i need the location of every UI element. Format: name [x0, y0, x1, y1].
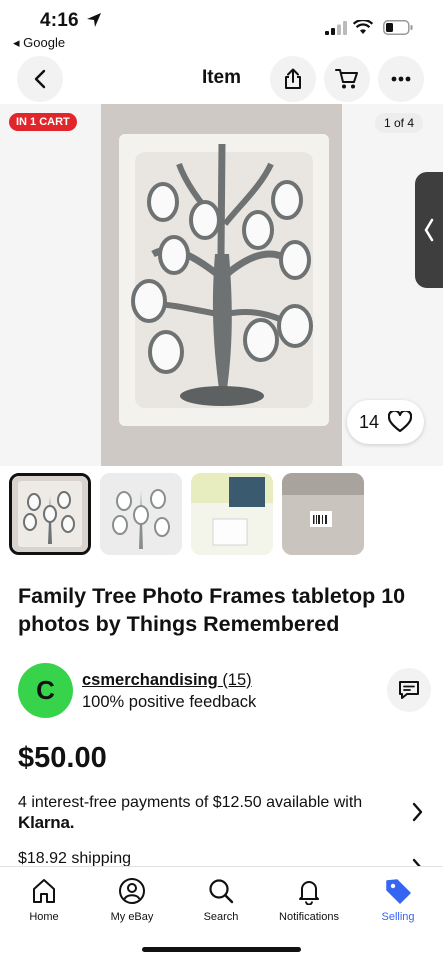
heart-icon: [388, 411, 413, 433]
thumbnail-1[interactable]: [9, 473, 91, 555]
search-icon: [209, 879, 234, 904]
product-photo: [101, 104, 342, 466]
status-bar: 4:16 ◂ Google: [0, 0, 443, 54]
location-arrow-icon: [87, 13, 101, 27]
share-icon: [285, 68, 301, 89]
item-price: $50.00: [18, 742, 107, 774]
seller-feedback-count: (15): [222, 671, 252, 689]
chevron-left-icon: [424, 218, 434, 242]
message-icon: [399, 681, 419, 699]
contact-seller-button[interactable]: [387, 668, 431, 712]
thumbnail-4[interactable]: [282, 473, 364, 555]
home-icon: [33, 879, 55, 903]
thumbnail-image: [12, 476, 88, 552]
tab-selling-label: Selling: [381, 911, 415, 923]
thumbnail-3[interactable]: [191, 473, 273, 555]
home-indicator: [142, 947, 301, 952]
klarna-text: 4 interest-free payments of $12.50 avail…: [18, 794, 363, 811]
seller-feedback-percent: 100% positive feedback: [82, 693, 257, 711]
thumbnail-image: [100, 473, 182, 555]
next-image-handle[interactable]: [415, 172, 443, 288]
seller-avatar[interactable]: C: [18, 663, 73, 718]
tab-notifications[interactable]: Notifications: [265, 875, 353, 923]
wifi-icon: [353, 20, 373, 34]
watchers-count: 14: [358, 411, 380, 432]
tab-my-ebay[interactable]: My eBay: [88, 875, 176, 923]
chevron-right-icon[interactable]: [411, 802, 423, 822]
in-cart-badge: IN 1 CART: [9, 113, 77, 131]
thumbnail-image: [191, 473, 273, 555]
bell-icon: [299, 881, 319, 905]
seller-section: C csmerchandising (15) 100% positive fee…: [18, 663, 431, 719]
item-title: Family Tree Photo Frames tabletop 10 pho…: [18, 584, 406, 636]
back-to-app-link[interactable]: ◂ Google: [13, 35, 65, 51]
top-nav: Item: [0, 56, 443, 102]
seller-name[interactable]: csmerchandising: [82, 671, 218, 689]
image-counter: 1 of 4: [374, 113, 423, 133]
tab-home[interactable]: Home: [0, 875, 88, 923]
tab-selling[interactable]: Selling: [354, 875, 442, 923]
battery-icon: [383, 20, 413, 35]
user-icon: [119, 878, 145, 904]
cellular-signal-icon: [325, 21, 347, 35]
watch-button[interactable]: 14: [347, 400, 424, 444]
cart-icon: [335, 69, 358, 89]
klarna-payment-info[interactable]: 4 interest-free payments of $12.50 avail…: [18, 793, 388, 834]
tab-my-ebay-label: My eBay: [110, 911, 154, 923]
cart-button[interactable]: [324, 56, 370, 102]
share-button[interactable]: [270, 56, 316, 102]
more-options-button[interactable]: [378, 56, 424, 102]
thumbnail-2[interactable]: [100, 473, 182, 555]
bottom-tab-bar: Home My eBay Search Notifications Sellin…: [0, 866, 443, 960]
seller-name-link[interactable]: csmerchandising (15): [82, 671, 252, 690]
family-tree-frame-illustration: [101, 104, 342, 466]
thumbnail-image: [282, 473, 364, 555]
tab-notifications-label: Notifications: [279, 911, 339, 923]
tab-search-label: Search: [203, 911, 239, 923]
tab-search[interactable]: Search: [177, 875, 265, 923]
page-title: Item: [201, 67, 242, 88]
more-icon: [391, 76, 411, 82]
tab-home-label: Home: [29, 911, 59, 923]
klarna-logo: Klarna.: [18, 813, 75, 832]
thumbnail-strip: [9, 473, 364, 555]
product-image-carousel[interactable]: IN 1 CART 1 of 4 14: [0, 104, 443, 466]
status-time: 4:16: [40, 10, 79, 31]
tag-icon: [386, 879, 411, 904]
